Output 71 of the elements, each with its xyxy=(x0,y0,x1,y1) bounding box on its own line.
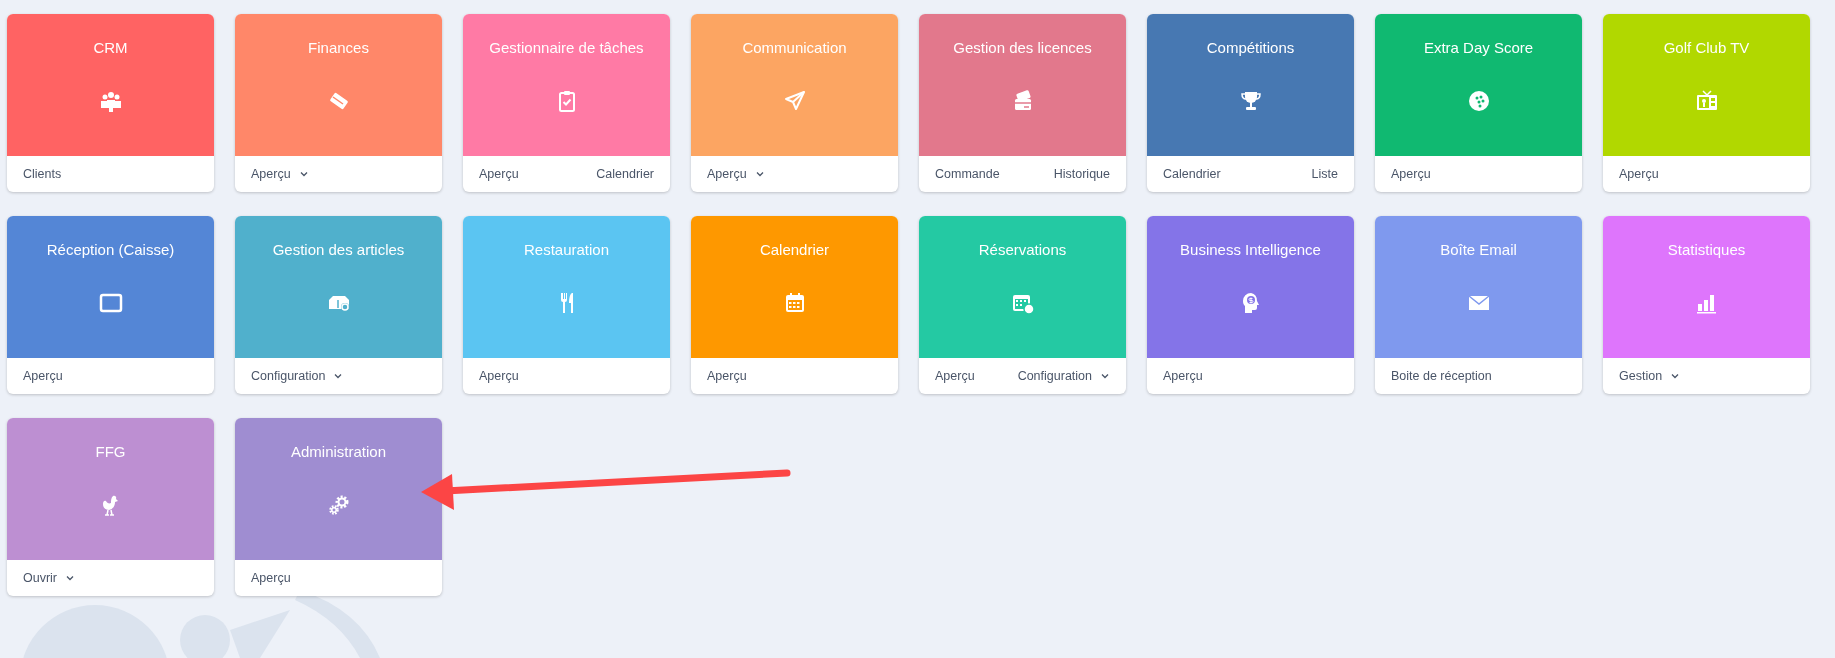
app-tile[interactable]: Communication Aperçu xyxy=(691,14,898,192)
tile-link[interactable]: Aperçu xyxy=(1163,366,1203,386)
app-tile[interactable]: Extra Day Score Aperçu xyxy=(1375,14,1582,192)
app-tile[interactable]: Restauration Aperçu xyxy=(463,216,670,394)
tile-link[interactable]: Calendrier xyxy=(1163,164,1221,184)
caret-icon xyxy=(298,169,309,179)
tile-title: Golf Club TV xyxy=(1663,38,1750,58)
tile-title: Compétitions xyxy=(1206,38,1295,58)
tile-link[interactable]: Clients xyxy=(23,164,62,184)
tile-title: Réservations xyxy=(978,240,1067,260)
dropdown-link[interactable]: Configuration xyxy=(1017,366,1110,386)
app-tile[interactable]: Golf Club TV Aperçu xyxy=(1603,14,1810,192)
tile-title: Finances xyxy=(308,38,369,58)
app-tile[interactable]: Compétitions Calendrier Liste xyxy=(1147,14,1354,192)
tile-title: Gestionnaire de tâches xyxy=(489,38,644,58)
tile-title: Restauration xyxy=(523,240,610,260)
caret-icon xyxy=(754,169,765,179)
app-tile[interactable]: Boîte Email Boite de réception xyxy=(1375,216,1582,394)
dropdown-link[interactable]: Ouvrir xyxy=(23,568,76,588)
caret-icon xyxy=(333,371,344,381)
tile-title: Réception (Caisse) xyxy=(46,240,175,260)
tile-title: Extra Day Score xyxy=(1423,38,1534,58)
caret-icon xyxy=(1670,371,1681,381)
tile-title: Boîte Email xyxy=(1440,240,1517,260)
dropdown-link[interactable]: Aperçu xyxy=(707,164,765,184)
app-tile[interactable]: CRM Clients xyxy=(7,14,214,192)
tile-link[interactable]: Aperçu xyxy=(707,366,747,386)
tile-title: Administration xyxy=(290,442,386,462)
caret-icon xyxy=(1100,371,1110,381)
app-tile[interactable]: FFG Ouvrir xyxy=(7,418,214,596)
tile-link[interactable]: Aperçu xyxy=(251,568,291,588)
tile-title: CRM xyxy=(93,38,128,58)
tile-link[interactable]: Boite de réception xyxy=(1391,366,1492,386)
tile-title: Calendrier xyxy=(759,240,830,260)
tile-title: Gestion des articles xyxy=(272,240,405,260)
app-tile[interactable]: Réception (Caisse) Aperçu xyxy=(7,216,214,394)
app-tile[interactable]: Business Intelligence Aperçu xyxy=(1147,216,1354,394)
tile-link[interactable]: Commande xyxy=(935,164,1000,184)
app-tile[interactable]: Administration Aperçu xyxy=(235,418,442,596)
tablet-icon xyxy=(98,291,123,315)
gears-icon xyxy=(326,493,351,517)
tile-title: FFG xyxy=(95,442,126,462)
dropdown-link[interactable]: Aperçu xyxy=(251,164,309,184)
tile-title: Communication xyxy=(742,38,847,58)
app-tile[interactable]: Statistiques Gestion xyxy=(1603,216,1810,394)
tile-link[interactable]: Aperçu xyxy=(479,366,519,386)
tile-title: Gestion des licences xyxy=(953,38,1092,58)
app-tile[interactable]: Gestionnaire de tâches Aperçu Calendrier xyxy=(463,14,670,192)
tile-link[interactable]: Aperçu xyxy=(1391,164,1431,184)
tile-link[interactable]: Aperçu xyxy=(23,366,63,386)
trophy-icon xyxy=(1238,89,1263,113)
tv-icon xyxy=(1694,89,1719,113)
app-tile[interactable]: Calendrier Aperçu xyxy=(691,216,898,394)
people-icon xyxy=(98,89,123,113)
tile-title: Business Intelligence xyxy=(1180,240,1321,260)
tile-title: Statistiques xyxy=(1667,240,1746,260)
app-tile[interactable]: Gestion des licences Commande Historique xyxy=(919,14,1126,192)
ball-icon xyxy=(1466,89,1491,113)
tile-link[interactable]: Aperçu xyxy=(1619,164,1659,184)
caret-icon xyxy=(65,573,76,583)
paper-plane-icon xyxy=(782,89,807,113)
tile-link[interactable]: Aperçu xyxy=(479,164,519,184)
app-tile[interactable]: Finances Aperçu xyxy=(235,14,442,192)
tile-link[interactable]: Historique xyxy=(1053,164,1110,184)
tile-link[interactable]: Liste xyxy=(1311,164,1338,184)
tile-link[interactable]: Aperçu xyxy=(935,366,975,386)
app-tile[interactable]: Gestion des articles Configuration xyxy=(235,216,442,394)
dropdown-link[interactable]: Gestion xyxy=(1619,366,1681,386)
dropdown-link[interactable]: Configuration xyxy=(251,366,344,386)
app-tile[interactable]: Réservations Aperçu Configuration xyxy=(919,216,1126,394)
tile-link[interactable]: Calendrier xyxy=(596,164,654,184)
